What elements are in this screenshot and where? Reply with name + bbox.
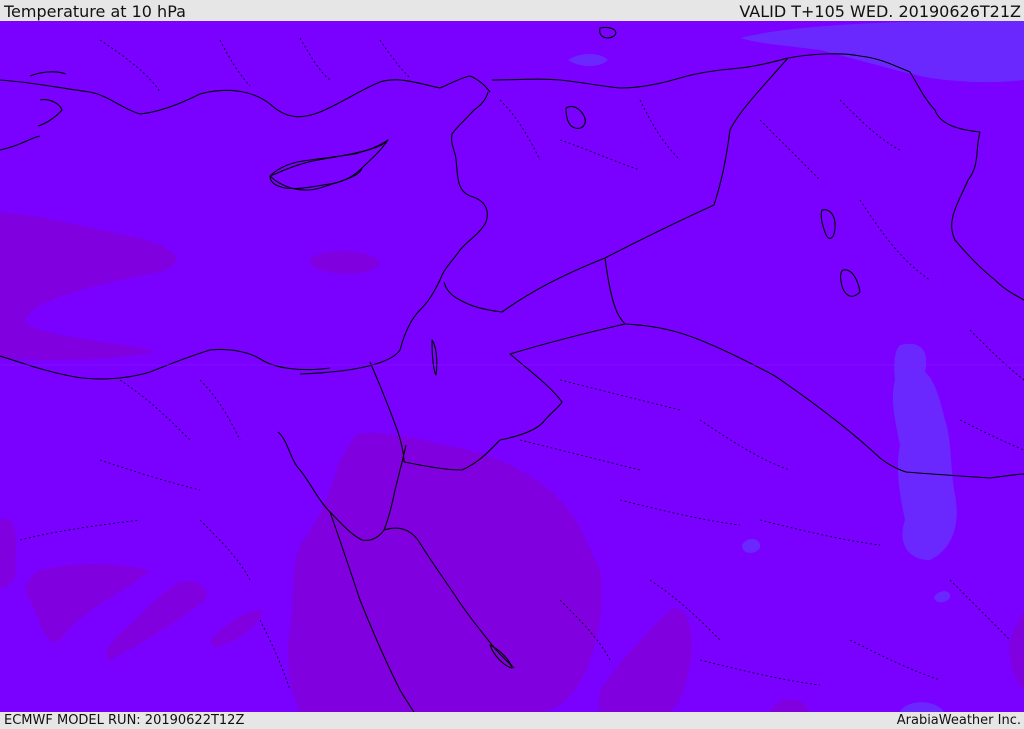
map-title: Temperature at 10 hPa bbox=[4, 2, 186, 21]
temperature-map bbox=[0, 21, 1024, 712]
model-run-label: ECMWF MODEL RUN: 20190622T12Z bbox=[4, 713, 245, 728]
header-bar: Temperature at 10 hPa VALID T+105 WED. 2… bbox=[0, 0, 1024, 21]
credit-label: ArabiaWeather Inc. bbox=[896, 713, 1021, 728]
footer-bar: ECMWF MODEL RUN: 20190622T12Z ArabiaWeat… bbox=[0, 712, 1024, 729]
warm-region-southwest bbox=[0, 518, 17, 589]
valid-time: VALID T+105 WED. 20190626T21Z bbox=[739, 2, 1021, 21]
